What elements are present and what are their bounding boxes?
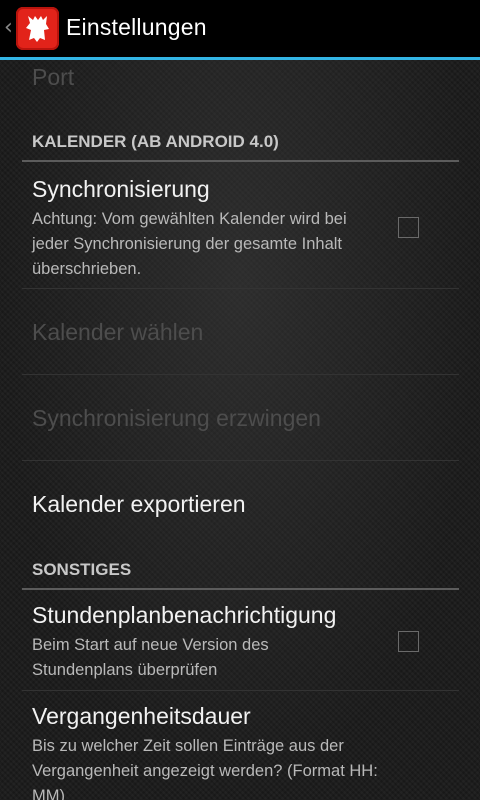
sync-checkbox[interactable] xyxy=(398,217,419,238)
pref-export-calendar[interactable]: Kalender exportieren xyxy=(22,461,459,546)
pref-choose-calendar[interactable]: Kalender wählen xyxy=(22,289,459,374)
page-title: Einstellungen xyxy=(66,14,207,40)
pref-timetable-notify-title: Stundenplanbenachrichtigung xyxy=(32,602,337,628)
pref-timetable-notify[interactable]: Stundenplanbenachrichtigung Beim Start a… xyxy=(22,590,459,690)
pref-force-sync-title: Synchronisierung erzwingen xyxy=(32,405,321,431)
pref-export-calendar-title: Kalender exportieren xyxy=(32,491,246,517)
preference-list[interactable]: Port KALENDER (AB ANDROID 4.0) Synchroni… xyxy=(0,60,480,800)
pref-timetable-notify-summary: Beim Start auf neue Version des Stundenp… xyxy=(32,636,269,679)
category-misc: SONSTIGES xyxy=(32,560,132,579)
action-bar: ‹ Einstellungen xyxy=(0,0,480,60)
pref-port[interactable]: Port xyxy=(22,60,459,115)
pref-past-duration[interactable]: Vergangenheitsdauer Bis zu welcher Zeit … xyxy=(22,691,459,800)
pref-sync-summary: Achtung: Vom gewählten Kalender wird bei… xyxy=(32,210,347,278)
chevron-left-icon[interactable]: ‹ xyxy=(4,17,14,39)
pref-sync[interactable]: Synchronisierung Achtung: Vom gewählten … xyxy=(22,162,459,288)
pref-force-sync[interactable]: Synchronisierung erzwingen xyxy=(22,375,459,460)
timetable-notify-checkbox[interactable] xyxy=(398,631,419,652)
pref-choose-calendar-title: Kalender wählen xyxy=(32,319,204,345)
pref-past-duration-summary: Bis zu welcher Zeit sollen Einträge aus … xyxy=(32,737,378,800)
pref-past-duration-title: Vergangenheitsdauer xyxy=(32,703,251,729)
category-calendar: KALENDER (AB ANDROID 4.0) xyxy=(32,132,279,151)
pref-sync-title: Synchronisierung xyxy=(32,176,210,202)
berlin-bear-icon[interactable] xyxy=(16,7,59,50)
pref-port-title: Port xyxy=(32,64,75,90)
